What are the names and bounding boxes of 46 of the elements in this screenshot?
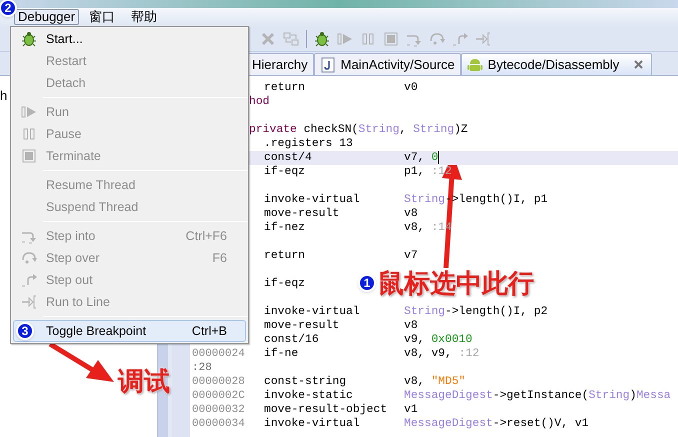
panel-text: h: [0, 87, 8, 105]
line-address: 00000028: [191, 375, 246, 389]
code-line: invoke-virtual MessageDigest->reset()V, v1: [263, 417, 589, 431]
line-address: 00000032: [191, 403, 246, 417]
code-line: const/4 v7, 0: [263, 151, 440, 165]
editor-tab[interactable]: Bytecode/Disassembly: [460, 53, 652, 75]
bug-icon: [21, 31, 37, 47]
play-icon: [21, 104, 37, 120]
menu-bar-item[interactable]: Debugger: [14, 9, 80, 25]
code-line: invoke-static MessageDigest->getInstance(String)Messa: [263, 389, 671, 403]
code-line: hod: [249, 96, 270, 108]
text-cursor: [438, 151, 440, 164]
line-address: 00000034: [191, 417, 246, 431]
menu-bar-item[interactable]: 窗口: [83, 9, 122, 25]
annotation-text: 鼠标选中此行: [378, 267, 534, 300]
code-line: const-string v8, "MD5": [263, 375, 466, 389]
line-address: 00000024: [191, 347, 246, 361]
code-line: private checkSN(String, String)Z: [249, 124, 468, 136]
step-out-icon: [21, 272, 37, 288]
menu-item[interactable]: 3 Toggle Breakpoint Ctrl+B: [13, 320, 246, 342]
code-line: .registers 13: [263, 138, 353, 150]
close-icon[interactable]: [634, 60, 644, 69]
run-to-line-icon: [21, 294, 37, 310]
code-line: return v7: [263, 249, 418, 263]
number-badge: 3: [16, 322, 34, 340]
editor-tab[interactable]: MainActivity/Source: [314, 53, 461, 75]
code-line: invoke-virtual String->length()I, p2: [263, 305, 548, 319]
code-line: move-result v8: [263, 207, 418, 221]
stop-icon: [21, 148, 37, 164]
code-line: const/16 v9, 0x0010: [263, 333, 472, 347]
annotation-text: 调试: [118, 365, 170, 398]
code-line: return v0: [263, 81, 418, 95]
pause-icon: [21, 126, 37, 142]
editor-tab[interactable]: Hierarchy: [246, 53, 314, 75]
code-line: if-eqz: [263, 277, 306, 291]
code-line: move-result v8: [263, 319, 418, 333]
code-label: :28: [191, 361, 213, 375]
code-line: move-result-object v1: [263, 403, 418, 417]
number-badge: 1: [358, 274, 376, 292]
menu-bar-item[interactable]: 帮助: [125, 9, 164, 25]
java-file-icon: [320, 56, 336, 72]
code-line: if-ne v8, v9, :12: [263, 347, 480, 361]
line-address: 0000002C: [191, 389, 246, 403]
step-over-icon: [21, 250, 37, 266]
android-icon: [466, 56, 483, 72]
bug-icon[interactable]: [314, 30, 330, 46]
